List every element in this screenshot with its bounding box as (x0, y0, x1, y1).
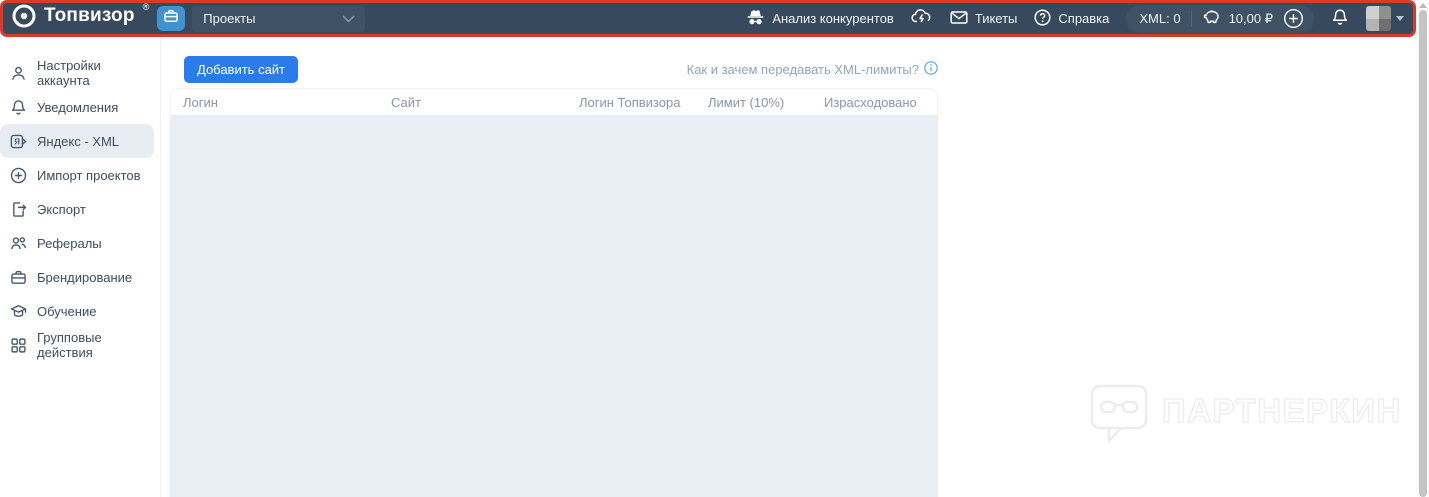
column-header-limit[interactable]: Лимит (10%) (708, 95, 784, 110)
topvisor-logo-icon (11, 3, 37, 34)
top-navigation-bar: Топвизор ® Проекты Анализ конкурентов Ти… (0, 0, 1416, 37)
sidebar-item-label: Настройки аккаунта (37, 58, 101, 88)
pagespeed-button[interactable] (911, 8, 933, 29)
competitor-analysis-label: Анализ конкурентов (772, 11, 894, 26)
yandex-xml-icon: Я (9, 132, 27, 150)
table-header-row: Логин Сайт Логин Топвизора Лимит (10%) И… (170, 88, 938, 116)
scrollbar-thumb[interactable] (1419, 10, 1427, 497)
projects-dropdown-label: Проекты (203, 11, 256, 26)
help-link[interactable]: Справка (1034, 8, 1110, 29)
avatar (1366, 6, 1391, 31)
graduation-cap-icon (9, 302, 27, 320)
info-circle-icon (924, 61, 938, 78)
partnerkin-watermark-text: ПАРТНЕРКИН (1161, 391, 1402, 429)
xml-limits-help-link[interactable]: Как и зачем передавать XML-лимиты? (687, 61, 938, 78)
sidebar-item-label: Групповые действия (37, 330, 102, 360)
help-label: Справка (1058, 11, 1110, 26)
pill-divider (1190, 10, 1192, 27)
sidebar-item-label: Брендирование (37, 269, 133, 285)
sidebar-item-training[interactable]: Обучение (0, 294, 154, 328)
bell-icon (1331, 8, 1349, 30)
workspace-button[interactable] (157, 6, 186, 31)
svg-text:Я: Я (14, 137, 20, 146)
sidebar-item-account-settings[interactable]: Настройки аккаунта (0, 56, 154, 90)
xml-limits-help-text: Как и зачем передавать XML-лимиты? (686, 62, 919, 77)
question-circle-icon (1034, 8, 1051, 29)
briefcase-icon (163, 8, 179, 29)
logo-registered-mark: ® (142, 2, 150, 12)
sidebar-item-label: Импорт проектов (37, 167, 141, 183)
tickets-label: Тикеты (974, 11, 1018, 26)
piggy-bank-icon (1202, 9, 1222, 28)
sidebar-item-label: Экспорт (37, 201, 86, 217)
referrals-icon (9, 234, 27, 252)
sidebar-item-label: Обучение (37, 303, 97, 319)
top-up-balance-button[interactable] (1283, 8, 1304, 29)
export-icon (9, 200, 27, 218)
sidebar-item-group-actions[interactable]: Групповые действия (0, 328, 154, 362)
projects-dropdown[interactable]: Проекты (192, 5, 366, 32)
column-header-site[interactable]: Сайт (391, 95, 421, 110)
envelope-icon (950, 10, 968, 28)
scrollbar-up-arrow-icon[interactable] (1419, 3, 1427, 8)
spy-icon (746, 9, 765, 29)
logo-text: Топвизор (44, 5, 135, 26)
sidebar-item-import-projects[interactable]: Импорт проектов (0, 158, 154, 192)
partnerkin-watermark: ПАРТНЕРКИН (1089, 383, 1402, 450)
settings-sidebar: Настройки аккаунта Уведомления Я Яндекс … (0, 37, 161, 497)
briefcase-icon (9, 268, 27, 286)
cloud-speed-icon (911, 8, 933, 29)
balance-amount: 10,00 ₽ (1228, 10, 1273, 26)
table-body-empty (170, 116, 938, 497)
vertical-scrollbar[interactable] (1417, 0, 1429, 497)
sidebar-item-export[interactable]: Экспорт (0, 192, 154, 226)
limits-balance-pill: XML: 0 10,00 ₽ (1126, 4, 1314, 33)
balance-display[interactable]: 10,00 ₽ (1202, 9, 1273, 28)
grid-icon (9, 336, 27, 354)
notifications-button[interactable] (1331, 8, 1349, 30)
sidebar-item-label: Яндекс - XML (37, 133, 119, 149)
column-header-topvisor-login[interactable]: Логин Топвизора (579, 95, 680, 110)
add-site-button[interactable]: Добавить сайт (184, 56, 299, 83)
xml-limits-table: Логин Сайт Логин Топвизора Лимит (10%) И… (170, 88, 938, 497)
plus-circle-icon (9, 166, 27, 184)
sidebar-item-label: Уведомления (37, 99, 119, 115)
user-icon (9, 64, 27, 82)
app-window: Топвизор ® Проекты Анализ конкурентов Ти… (0, 0, 1429, 497)
sidebar-item-yandex-xml[interactable]: Я Яндекс - XML (0, 124, 154, 158)
column-header-login[interactable]: Логин (183, 95, 218, 110)
xml-limit-counter[interactable]: XML: 0 (1139, 11, 1180, 26)
sidebar-item-notifications[interactable]: Уведомления (0, 90, 154, 124)
tickets-link[interactable]: Тикеты (950, 10, 1018, 28)
topvisor-logo[interactable]: Топвизор ® (11, 2, 150, 34)
competitor-analysis-link[interactable]: Анализ конкурентов (746, 9, 894, 29)
caret-down-icon (1396, 16, 1404, 21)
sidebar-item-label: Рефералы (37, 235, 102, 251)
column-header-spent[interactable]: Израсходовано (824, 95, 917, 110)
sidebar-item-referrals[interactable]: Рефералы (0, 226, 154, 260)
chevron-down-icon (342, 11, 355, 26)
bell-icon (9, 98, 27, 116)
partnerkin-logo-icon (1089, 383, 1149, 450)
sidebar-item-branding[interactable]: Брендирование (0, 260, 154, 294)
user-account-menu[interactable] (1366, 6, 1404, 31)
content-header: Добавить сайт Как и зачем передавать XML… (170, 56, 938, 83)
